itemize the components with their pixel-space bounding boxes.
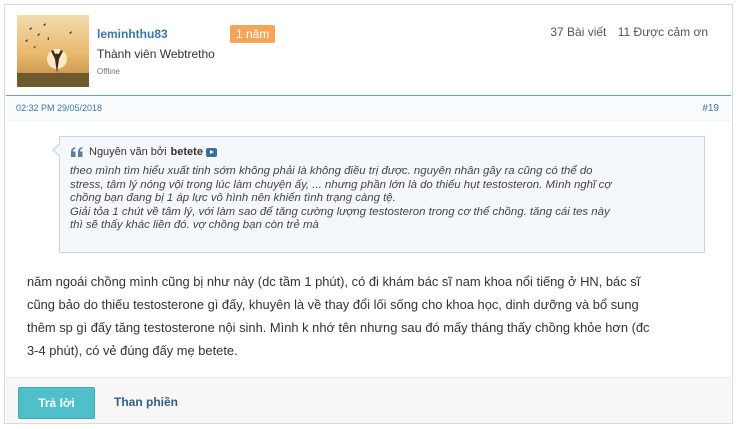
body-line: 3-4 phút), có vẻ đúng đấy mẹ betete.	[27, 343, 238, 358]
post-count: 37 Bài viết	[550, 25, 607, 39]
reply-button[interactable]: Trả lời	[18, 387, 95, 419]
quote-marks-icon	[71, 147, 83, 157]
user-role: Thành viên Webtretho	[97, 47, 215, 61]
quote-line: stress, tâm lý nóng vội trong lúc làm ch…	[70, 178, 612, 191]
online-status: Offline	[97, 67, 120, 76]
quote-line: chồng bạn đang bị 1 áp lực vô hình nên k…	[70, 192, 396, 205]
avatar-image	[17, 15, 89, 87]
thanks-count: 11 Được cảm ơn	[617, 25, 708, 39]
quote-line: thì sẽ thấy khác liền đó. vợ chồng bạn c…	[70, 219, 319, 232]
quote-author: betete	[170, 146, 203, 158]
user-stats: 37 Bài viết 11 Được cảm ơn	[542, 25, 708, 39]
quote-header: Nguyên văn bởi betete	[70, 146, 217, 158]
forum-post: leminhthu83 1 năm Thành viên Webtretho O…	[4, 4, 733, 424]
post-actions: Trả lời Than phiền	[6, 377, 731, 423]
quote-prefix: Nguyên văn bởi	[89, 146, 167, 158]
post-date: 02:32 PM 29/05/2018	[16, 103, 103, 113]
post-body: năm ngoái chồng mình cũng bị như này (dc…	[27, 270, 717, 362]
quote-text: theo mình tìm hiểu xuất tinh sớm không p…	[70, 165, 696, 233]
username-link[interactable]: leminhthu83	[97, 27, 168, 41]
report-link[interactable]: Than phiền	[114, 395, 178, 409]
quote-block: Nguyên văn bởi betete theo mình tìm hiểu…	[52, 136, 705, 253]
quote-line: Giải tỏa 1 chút về tâm lý, với làm sao đ…	[70, 205, 610, 218]
view-post-icon[interactable]	[205, 147, 217, 157]
post-meta-bar: 02:32 PM 29/05/2018 #19	[6, 95, 731, 121]
avatar[interactable]	[17, 15, 89, 87]
membership-badge: 1 năm	[230, 25, 276, 43]
quote-line: theo mình tìm hiểu xuất tinh sớm không p…	[70, 165, 593, 177]
body-line: cũng bảo do thiếu testosterone gì đấy, k…	[27, 297, 639, 312]
body-line: năm ngoái chồng mình cũng bị như này (dc…	[27, 274, 641, 289]
post-number-link[interactable]: #19	[702, 103, 719, 114]
body-line: thêm sp gì đấy tăng testosterone nội sin…	[27, 320, 650, 335]
